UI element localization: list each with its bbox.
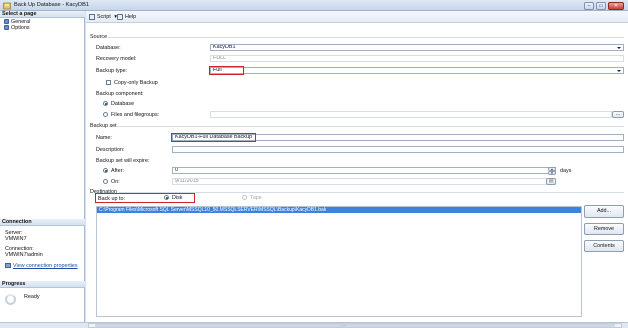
connection-value: VMWIN7\admin [5,252,43,258]
horizontal-scrollbar[interactable]: ··· [88,322,622,328]
description-label: Description: [96,147,125,153]
database-label: Database: [96,45,121,51]
minimize-button[interactable]: – [584,1,594,10]
backup-type-select[interactable]: Full [210,67,624,74]
component-files-label: Files and filegroups: [111,112,160,118]
copy-only-label: Copy-only Backup [114,80,158,86]
progress-status: Ready [24,294,40,300]
component-database-label: Database [111,101,135,107]
files-browse-button[interactable]: ... [612,111,624,118]
left-pane: Select a page General Options Connection… [0,11,85,322]
recovery-model-value: FULL [213,55,227,61]
backup-to-highlight [95,193,195,203]
expire-on-option[interactable]: On: [103,179,120,185]
backup-component-label: Backup component: [96,91,144,97]
name-label: Name: [96,135,112,141]
recovery-model-label: Recovery model: [96,56,137,62]
expire-on-input[interactable]: 9/11/2015 [172,178,556,185]
name-highlight [171,133,256,142]
script-icon [89,13,95,20]
select-page-header: Select a page [0,11,85,18]
server-value: VMWIN7 [5,236,27,242]
calendar-dropdown-button[interactable]: ▦ [546,178,556,185]
progress-header: Progress [0,281,85,288]
destination-list[interactable]: C:\Program Files\Microsoft SQL Server\MS… [96,206,582,317]
script-label: Script [97,14,111,20]
close-button[interactable]: ✕ [608,1,624,10]
database-select[interactable]: KacyDB1 [210,44,624,51]
expire-on-value: 9/11/2015 [175,178,199,184]
script-button[interactable]: Script ▾ [89,13,117,21]
copy-only-checkbox[interactable] [106,80,111,86]
expire-after-radio[interactable] [103,168,108,174]
backup-type-label: Backup type: [96,68,128,74]
expire-after-value: 0 [175,167,178,173]
scroll-grip-icon: ··· [341,322,345,328]
copy-only-option[interactable]: Copy-only Backup [106,80,158,86]
connection-header: Connection [0,219,85,226]
page-item-label: Options [11,25,30,31]
main-panel: Script ▾ Help Source Database: KacyDB1 R… [86,11,628,322]
connection-properties-icon [5,263,11,269]
backup-type-highlight [209,66,244,75]
page-icon [4,19,9,25]
add-button[interactable]: Add... [584,205,624,218]
title-bar: Back Up Database - KacyDB1 – ▭ ✕ [0,0,628,11]
maximize-button[interactable]: ▭ [596,1,606,10]
help-icon [117,13,123,20]
source-section-label: Source [90,34,108,40]
after-spin-down-button[interactable]: ▼ [548,170,556,175]
component-database-radio[interactable] [103,101,108,107]
expire-label: Backup set will expire: [96,158,150,164]
expire-after-unit: days [560,168,572,174]
source-divider [108,37,624,38]
help-button[interactable]: Help [117,13,136,21]
view-connection-link[interactable]: View connection properties [5,263,78,269]
expire-after-label: After: [111,168,124,174]
backup-set-section-label: Backup set [90,123,117,129]
window-title: Back Up Database - KacyDB1 [14,2,89,8]
tape-option[interactable]: Tape [242,195,262,201]
view-connection-link-text: View connection properties [13,263,78,269]
page-icon [4,25,9,31]
description-input[interactable] [172,146,624,153]
toolbar: Script ▾ Help [86,11,628,23]
component-files-option[interactable]: Files and filegroups: [103,112,159,118]
recovery-model-field: FULL [210,55,624,62]
component-database-option[interactable]: Database [103,101,134,107]
expire-after-input[interactable]: 0 [172,167,556,174]
page-item-options[interactable]: Options [4,25,30,31]
help-label: Help [125,14,137,20]
remove-button[interactable]: Remove [584,223,624,235]
tape-radio[interactable] [242,195,247,201]
scrollbar-thumb[interactable] [95,324,615,327]
tape-label: Tape [250,195,262,201]
destination-path-item[interactable]: C:\Program Files\Microsoft SQL Server\MS… [97,207,581,213]
backup-set-divider [116,126,624,127]
database-backup-icon [3,2,11,10]
component-files-radio[interactable] [103,112,108,118]
files-filegroups-field [210,111,612,118]
progress-spinner-icon [5,294,16,305]
contents-button[interactable]: Contents [584,240,624,252]
database-value: KacyDB1 [213,44,236,50]
expire-on-label: On: [111,179,120,185]
expire-after-option[interactable]: After: [103,168,124,174]
expire-on-radio[interactable] [103,179,108,185]
